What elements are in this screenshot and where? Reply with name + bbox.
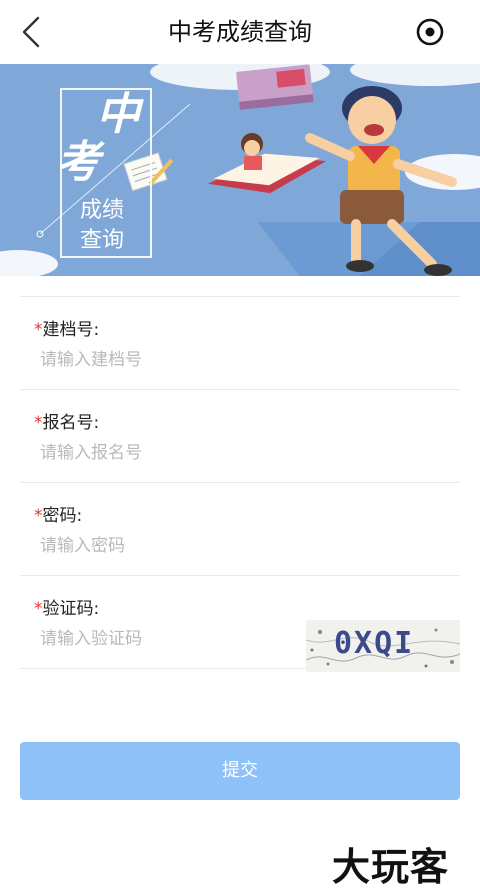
watermark-logo: 大玩客 [332, 845, 450, 889]
captcha-label: *验证码: [34, 599, 100, 619]
field-captcha: *验证码: 0XQI [20, 576, 460, 672]
captcha-input[interactable] [40, 624, 290, 654]
query-form: *建档号: *报名号: *密码: *验证码: 0XQI [20, 296, 460, 672]
captcha-image[interactable]: 0XQI [306, 620, 460, 672]
required-mark: * [34, 599, 43, 619]
submit-button[interactable]: 提交 [20, 742, 460, 800]
banner-title-zhong: 中 [96, 89, 140, 140]
archive-number-label: *建档号: [34, 320, 100, 340]
target-icon [416, 18, 444, 46]
required-mark: * [34, 320, 43, 340]
field-registration-number: *报名号: [20, 390, 460, 482]
banner-image: 中 考 成绩 查询 [0, 64, 480, 276]
password-input[interactable] [40, 531, 320, 561]
registration-number-label: *报名号: [34, 413, 100, 433]
banner-subtitle-1: 成绩 [80, 198, 125, 223]
page-title: 中考成绩查询 [168, 18, 312, 46]
captcha-text: 0XQI [334, 626, 415, 661]
nav-bar: 中考成绩查询 [0, 0, 480, 64]
required-mark: * [34, 506, 43, 526]
banner-subtitle-2: 查询 [80, 228, 125, 253]
registration-number-input[interactable] [40, 438, 320, 468]
password-label: *密码: [34, 506, 83, 526]
field-archive-number: *建档号: [20, 297, 460, 389]
archive-number-input[interactable] [40, 345, 320, 375]
banner-title-kao: 考 [56, 137, 100, 188]
required-mark: * [34, 413, 43, 433]
field-password: *密码: [20, 483, 460, 575]
target-button[interactable] [414, 16, 446, 48]
